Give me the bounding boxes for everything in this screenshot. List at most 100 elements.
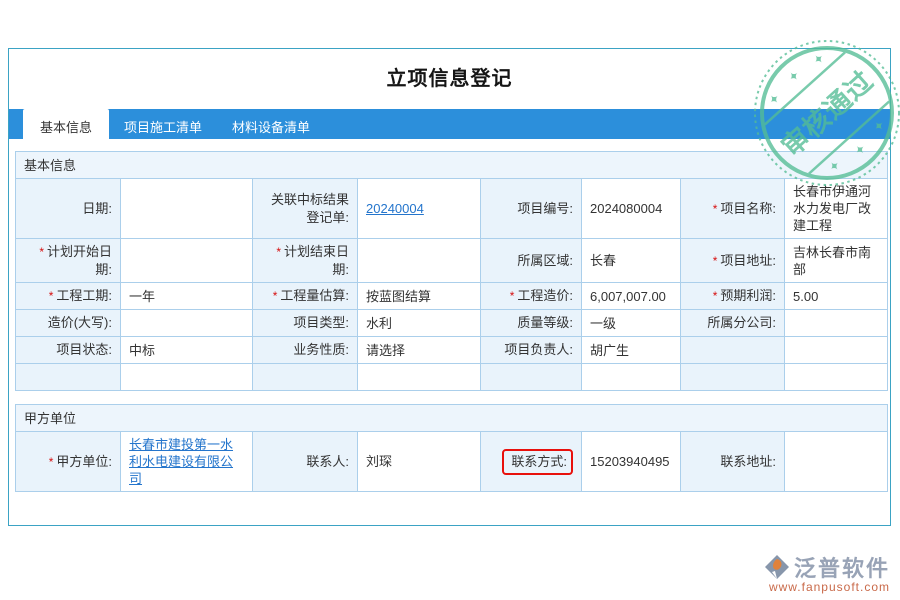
- field-label: 项目类型:: [293, 315, 349, 330]
- empty-label-cell: [481, 364, 582, 391]
- field-label: 项目地址:: [720, 253, 776, 268]
- required-mark: *: [273, 289, 278, 303]
- field-label: 工程工期:: [56, 288, 112, 303]
- value-project-address[interactable]: 吉林长春市南部: [785, 239, 888, 283]
- table-row: *工程工期: 一年 *工程量估算: 按蓝图结算 *工程造价: 6,007,007…: [16, 283, 888, 310]
- field-label: 联系方式:: [511, 454, 567, 469]
- empty-value-cell: [358, 364, 481, 391]
- field-label: 甲方单位:: [56, 454, 112, 469]
- label-quantity-estimate: *工程量估算:: [253, 283, 358, 310]
- required-mark: *: [713, 254, 718, 268]
- label-expected-profit: *预期利润:: [681, 283, 785, 310]
- table-row: *计划开始日期: *计划结束日期: 所属区域: 长春 *项目地址: 吉林长春市南…: [16, 239, 888, 283]
- tab-basic-info[interactable]: 基本信息: [23, 109, 109, 147]
- field-label: 日期:: [82, 201, 112, 216]
- empty-label-cell: [16, 364, 121, 391]
- value-contact-person[interactable]: 刘琛: [358, 432, 481, 492]
- table-row: *甲方单位: 长春市建投第一水利水电建设有限公司 联系人: 刘琛 联系方式: 1…: [16, 432, 888, 492]
- label-project-name: *项目名称:: [681, 179, 785, 239]
- label-project-manager: 项目负责人:: [481, 337, 582, 364]
- party-a-unit-link[interactable]: 长春市建投第一水利水电建设有限公司: [129, 437, 233, 486]
- label-bid-result-register: 关联中标结果登记单:: [253, 179, 358, 239]
- label-party-a-unit: *甲方单位:: [16, 432, 121, 492]
- value-business-nature[interactable]: 请选择: [358, 337, 481, 364]
- page-frame: 立项信息登记 基本信息 项目施工清单 材料设备清单 基本信息 日期: 关联中标结…: [0, 0, 900, 600]
- field-label: 项目状态:: [56, 342, 112, 357]
- label-cost-in-words: 造价(大写):: [16, 310, 121, 337]
- field-label: 质量等级:: [517, 315, 573, 330]
- contact-method-highlight-box: 联系方式:: [502, 449, 573, 475]
- tab-material-equipment-list[interactable]: 材料设备清单: [217, 109, 325, 139]
- field-label: 项目编号:: [517, 201, 573, 216]
- value-contact-method[interactable]: 15203940495: [582, 432, 681, 492]
- value-quantity-estimate[interactable]: 按蓝图结算: [358, 283, 481, 310]
- label-project-code: 项目编号:: [481, 179, 582, 239]
- basic-info-table: 基本信息 日期: 关联中标结果登记单: 20240004 项目编号: 20240…: [15, 151, 888, 391]
- empty-value-cell: [785, 364, 888, 391]
- empty-label-cell: [253, 364, 358, 391]
- page-title: 立项信息登记: [9, 62, 890, 91]
- field-label: 关联中标结果登记单:: [271, 192, 349, 225]
- label-region: 所属区域:: [481, 239, 582, 283]
- value-party-a-unit: 长春市建投第一水利水电建设有限公司: [121, 432, 253, 492]
- bid-result-link[interactable]: 20240004: [366, 201, 424, 216]
- table-row: 项目状态: 中标 业务性质: 请选择 项目负责人: 胡广生: [16, 337, 888, 364]
- tab-construction-list[interactable]: 项目施工清单: [109, 109, 217, 139]
- value-quality-grade[interactable]: 一级: [582, 310, 681, 337]
- field-label: 项目名称:: [720, 201, 776, 216]
- value-project-manager[interactable]: 胡广生: [582, 337, 681, 364]
- label-plan-end-date: *计划结束日期:: [253, 239, 358, 283]
- field-label: 工程量估算:: [280, 288, 349, 303]
- value-project-type[interactable]: 水利: [358, 310, 481, 337]
- brand-name: 泛普软件: [794, 551, 890, 583]
- value-cost-in-words[interactable]: [121, 310, 253, 337]
- label-contact-method: 联系方式:: [481, 432, 582, 492]
- tab-bar: 基本信息 项目施工清单 材料设备清单: [9, 109, 890, 139]
- field-label: 所属分公司:: [707, 315, 776, 330]
- required-mark: *: [713, 289, 718, 303]
- required-mark: *: [39, 245, 44, 259]
- value-expected-profit[interactable]: 5.00: [785, 283, 888, 310]
- value-date[interactable]: [121, 179, 253, 239]
- section-title-party-a: 甲方单位: [16, 405, 888, 432]
- value-project-code[interactable]: 2024080004: [582, 179, 681, 239]
- value-plan-end-date[interactable]: [358, 239, 481, 283]
- required-mark: *: [49, 289, 54, 303]
- empty-label-cell: [681, 337, 785, 364]
- label-quality-grade: 质量等级:: [481, 310, 582, 337]
- value-project-cost[interactable]: 6,007,007.00: [582, 283, 681, 310]
- label-plan-start-date: *计划开始日期:: [16, 239, 121, 283]
- label-project-status: 项目状态:: [16, 337, 121, 364]
- field-label: 计划开始日期:: [47, 244, 112, 277]
- empty-value-cell: [785, 337, 888, 364]
- required-mark: *: [510, 289, 515, 303]
- value-project-status[interactable]: 中标: [121, 337, 253, 364]
- value-region[interactable]: 长春: [582, 239, 681, 283]
- empty-value-cell: [582, 364, 681, 391]
- value-branch-company[interactable]: [785, 310, 888, 337]
- label-business-nature: 业务性质:: [253, 337, 358, 364]
- label-project-duration: *工程工期:: [16, 283, 121, 310]
- field-label: 项目负责人:: [504, 342, 573, 357]
- label-project-cost: *工程造价:: [481, 283, 582, 310]
- label-contact-address: 联系地址:: [681, 432, 785, 492]
- field-label: 造价(大写):: [48, 315, 112, 330]
- field-label: 预期利润:: [720, 288, 776, 303]
- empty-label-cell: [681, 364, 785, 391]
- value-bid-result-register: 20240004: [358, 179, 481, 239]
- value-plan-start-date[interactable]: [121, 239, 253, 283]
- label-contact-person: 联系人:: [253, 432, 358, 492]
- value-project-duration[interactable]: 一年: [121, 283, 253, 310]
- field-label: 工程造价:: [517, 288, 573, 303]
- label-project-type: 项目类型:: [253, 310, 358, 337]
- section-header-row: 甲方单位: [16, 405, 888, 432]
- section-title-basic-info: 基本信息: [16, 152, 888, 179]
- table-row: [16, 364, 888, 391]
- section-header-row: 基本信息: [16, 152, 888, 179]
- field-label: 联系地址:: [720, 454, 776, 469]
- required-mark: *: [49, 455, 54, 469]
- empty-value-cell: [121, 364, 253, 391]
- field-label: 计划结束日期:: [284, 244, 349, 277]
- value-contact-address[interactable]: [785, 432, 888, 492]
- value-project-name[interactable]: 长春市伊通河水力发电厂改建工程: [785, 179, 888, 239]
